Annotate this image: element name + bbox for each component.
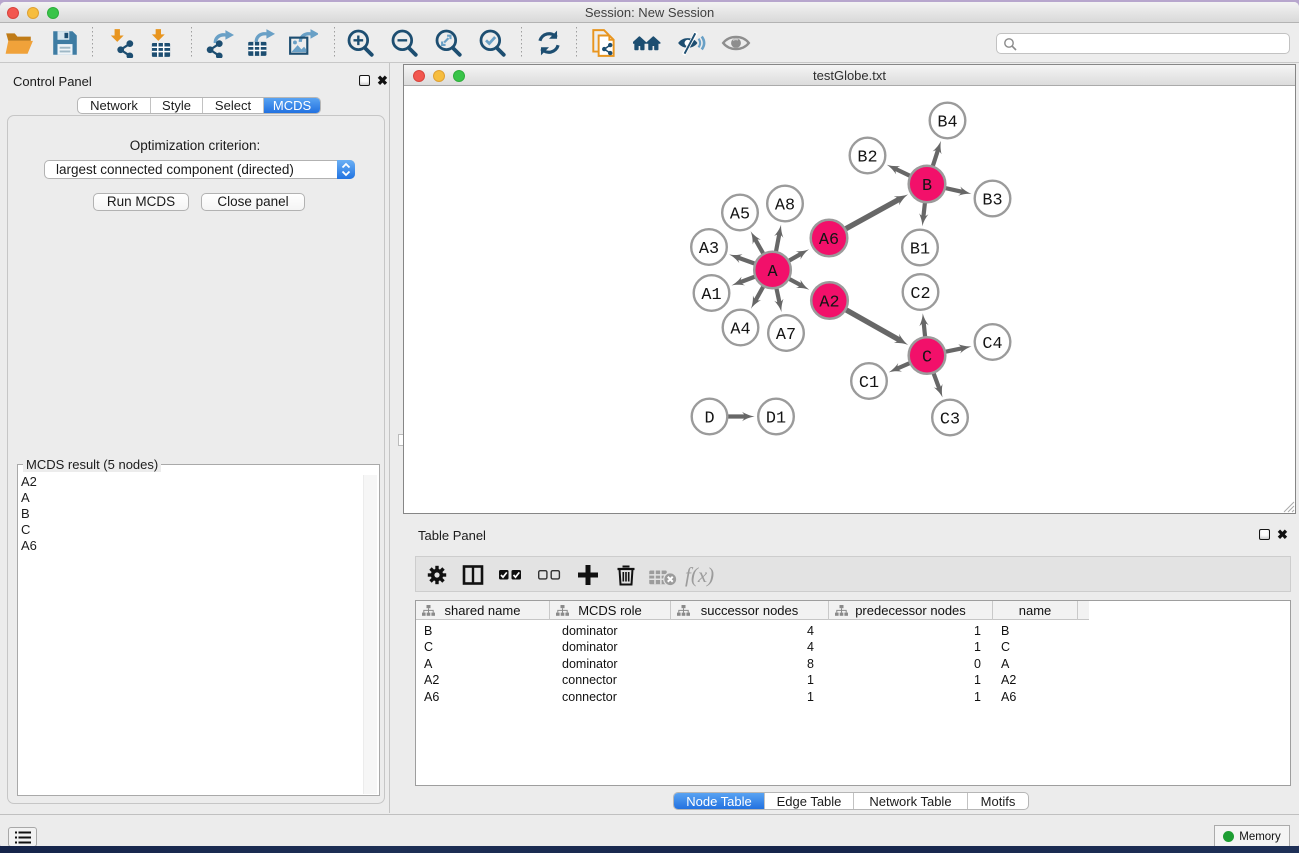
svg-text:A2: A2 xyxy=(819,293,839,312)
svg-text:D: D xyxy=(704,409,714,428)
svg-text:A3: A3 xyxy=(699,240,719,259)
svg-text:A6: A6 xyxy=(819,231,839,250)
svg-text:D1: D1 xyxy=(766,409,786,428)
svg-text:B2: B2 xyxy=(857,148,877,167)
svg-text:C2: C2 xyxy=(910,285,930,304)
svg-text:B3: B3 xyxy=(982,191,1002,210)
svg-text:A8: A8 xyxy=(775,196,795,215)
svg-text:A1: A1 xyxy=(701,286,721,305)
svg-text:A4: A4 xyxy=(730,320,750,339)
svg-text:B1: B1 xyxy=(910,240,930,259)
svg-text:C: C xyxy=(922,348,932,367)
svg-text:A5: A5 xyxy=(730,205,750,224)
svg-text:B: B xyxy=(922,177,932,196)
svg-text:A: A xyxy=(767,263,778,282)
svg-text:C4: C4 xyxy=(982,335,1002,354)
svg-text:A7: A7 xyxy=(776,326,796,345)
svg-text:C3: C3 xyxy=(940,410,960,429)
svg-text:C1: C1 xyxy=(859,374,879,393)
svg-text:B4: B4 xyxy=(937,113,957,132)
